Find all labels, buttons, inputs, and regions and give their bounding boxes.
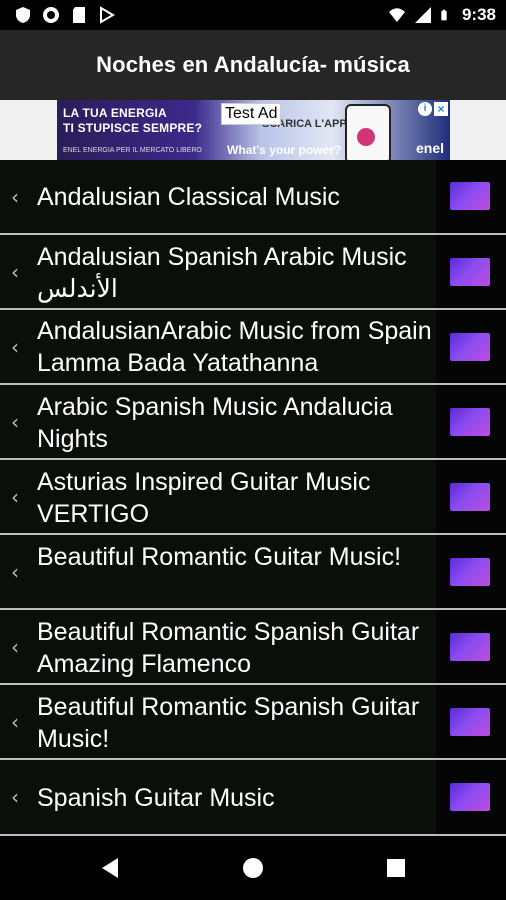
ad-banner[interactable]: LA TUA ENERGIA TI STUPISCE SEMPRE? ENEL … — [57, 100, 450, 160]
list-item[interactable]: ‹ Andalusian Classical Music — [0, 160, 506, 235]
status-left-icons — [14, 6, 116, 24]
thumbnail-icon — [450, 633, 490, 661]
thumbnail-wrap — [436, 235, 506, 308]
list-item-title: Beautiful Romantic Guitar Music! — [37, 543, 402, 571]
thumbnail-icon — [450, 783, 490, 811]
thumbnail-wrap — [436, 760, 506, 834]
thumbnail-wrap — [436, 460, 506, 533]
chevron-left-icon: ‹ — [11, 785, 19, 809]
list-item[interactable]: ‹ Spanish Guitar Music — [0, 760, 506, 836]
list-item[interactable]: ‹ Andalusian Spanish Arabic Music الأندل… — [0, 235, 506, 310]
ad-headline-line2: TI STUPISCE SEMPRE? — [63, 121, 203, 135]
list-item-title: Beautiful Romantic Spanish Guitar Amazin… — [37, 618, 420, 678]
chevron-left-icon: ‹ — [11, 560, 19, 584]
list-item-title: Asturias Inspired Guitar Music VERTIGO — [37, 468, 371, 528]
thumbnail-icon — [450, 258, 490, 286]
thumbnail-wrap — [436, 685, 506, 758]
thumbnail-icon — [450, 708, 490, 736]
ad-headline: LA TUA ENERGIA TI STUPISCE SEMPRE? — [63, 106, 202, 136]
list-item-title: Arabic Spanish Music Andalucia Nights — [37, 393, 393, 453]
ad-area: LA TUA ENERGIA TI STUPISCE SEMPRE? ENEL … — [0, 100, 506, 160]
shield-icon — [16, 7, 30, 23]
signal-icon — [414, 7, 431, 23]
thumbnail-wrap — [436, 310, 506, 383]
list-item[interactable]: ‹ Beautiful Romantic Spanish Guitar Musi… — [0, 685, 506, 760]
ad-phone-image — [345, 104, 391, 160]
play-store-icon — [100, 6, 115, 24]
ad-small-text: ENEL ENERGIA PER IL MERCATO LIBERO — [63, 147, 202, 154]
screen: 9:38 Noches en Andalucía- música LA TUA … — [0, 0, 506, 900]
list-item-title: Beautiful Romantic Spanish Guitar Music! — [37, 693, 420, 753]
recents-button[interactable] — [366, 836, 426, 900]
close-icon[interactable]: × — [434, 102, 448, 116]
thumbnail-wrap — [436, 610, 506, 683]
navigation-bar — [0, 836, 506, 900]
list-item-title: AndalusianArabic Music from Spain Lamma … — [37, 317, 432, 377]
app-bar: Noches en Andalucía- música — [0, 30, 506, 101]
thumbnail-icon — [450, 558, 490, 586]
list-item[interactable]: ‹ Beautiful Romantic Spanish Guitar Amaz… — [0, 610, 506, 685]
recents-icon — [387, 859, 405, 877]
thumbnail-icon — [450, 333, 490, 361]
chevron-left-icon: ‹ — [11, 710, 19, 734]
thumbnail-icon — [450, 182, 490, 210]
chevron-left-icon: ‹ — [11, 260, 19, 284]
list-item-title: Andalusian Spanish Arabic Music الأندلس — [37, 243, 407, 303]
thumbnail-icon — [450, 483, 490, 511]
chevron-left-icon: ‹ — [11, 410, 19, 434]
chevron-left-icon: ‹ — [11, 485, 19, 509]
list-item[interactable]: ‹ Beautiful Romantic Guitar Music! — [0, 535, 506, 610]
ad-headline-line1: LA TUA ENERGIA — [63, 106, 167, 120]
record-icon — [43, 7, 59, 23]
ad-brand-logo: enel — [415, 140, 444, 156]
chevron-left-icon: ‹ — [11, 335, 19, 359]
home-button[interactable] — [223, 836, 283, 900]
list-item-title: Spanish Guitar Music — [37, 784, 275, 812]
thumbnail-icon — [450, 408, 490, 436]
chevron-left-icon: ‹ — [11, 635, 19, 659]
thumbnail-wrap — [436, 385, 506, 458]
thumbnail-wrap — [436, 160, 506, 233]
battery-icon — [441, 9, 447, 21]
back-button[interactable] — [80, 836, 140, 900]
status-time: 9:38 — [461, 5, 496, 24]
chevron-left-icon: ‹ — [11, 185, 19, 209]
list-item[interactable]: ‹ Asturias Inspired Guitar Music VERTIGO — [0, 460, 506, 535]
ad-test-label: Test Ad — [221, 103, 282, 125]
list-item-title: Andalusian Classical Music — [37, 183, 340, 211]
wifi-icon — [388, 8, 405, 22]
thumbnail-wrap — [436, 535, 506, 608]
home-icon — [243, 858, 263, 878]
song-list: ‹ Andalusian Classical Music ‹ Andalusia… — [0, 160, 506, 836]
status-right-icons: 9:38 — [388, 0, 496, 30]
list-item[interactable]: ‹ Arabic Spanish Music Andalucia Nights — [0, 385, 506, 460]
back-icon — [102, 858, 118, 878]
sd-card-icon — [73, 7, 85, 23]
list-item[interactable]: ‹ AndalusianArabic Music from Spain Lamm… — [0, 310, 506, 385]
ad-tagline: What's your power? — [227, 143, 342, 157]
status-bar: 9:38 — [0, 0, 506, 30]
app-title: Noches en Andalucía- música — [96, 52, 410, 77]
info-icon[interactable]: i — [418, 102, 432, 116]
